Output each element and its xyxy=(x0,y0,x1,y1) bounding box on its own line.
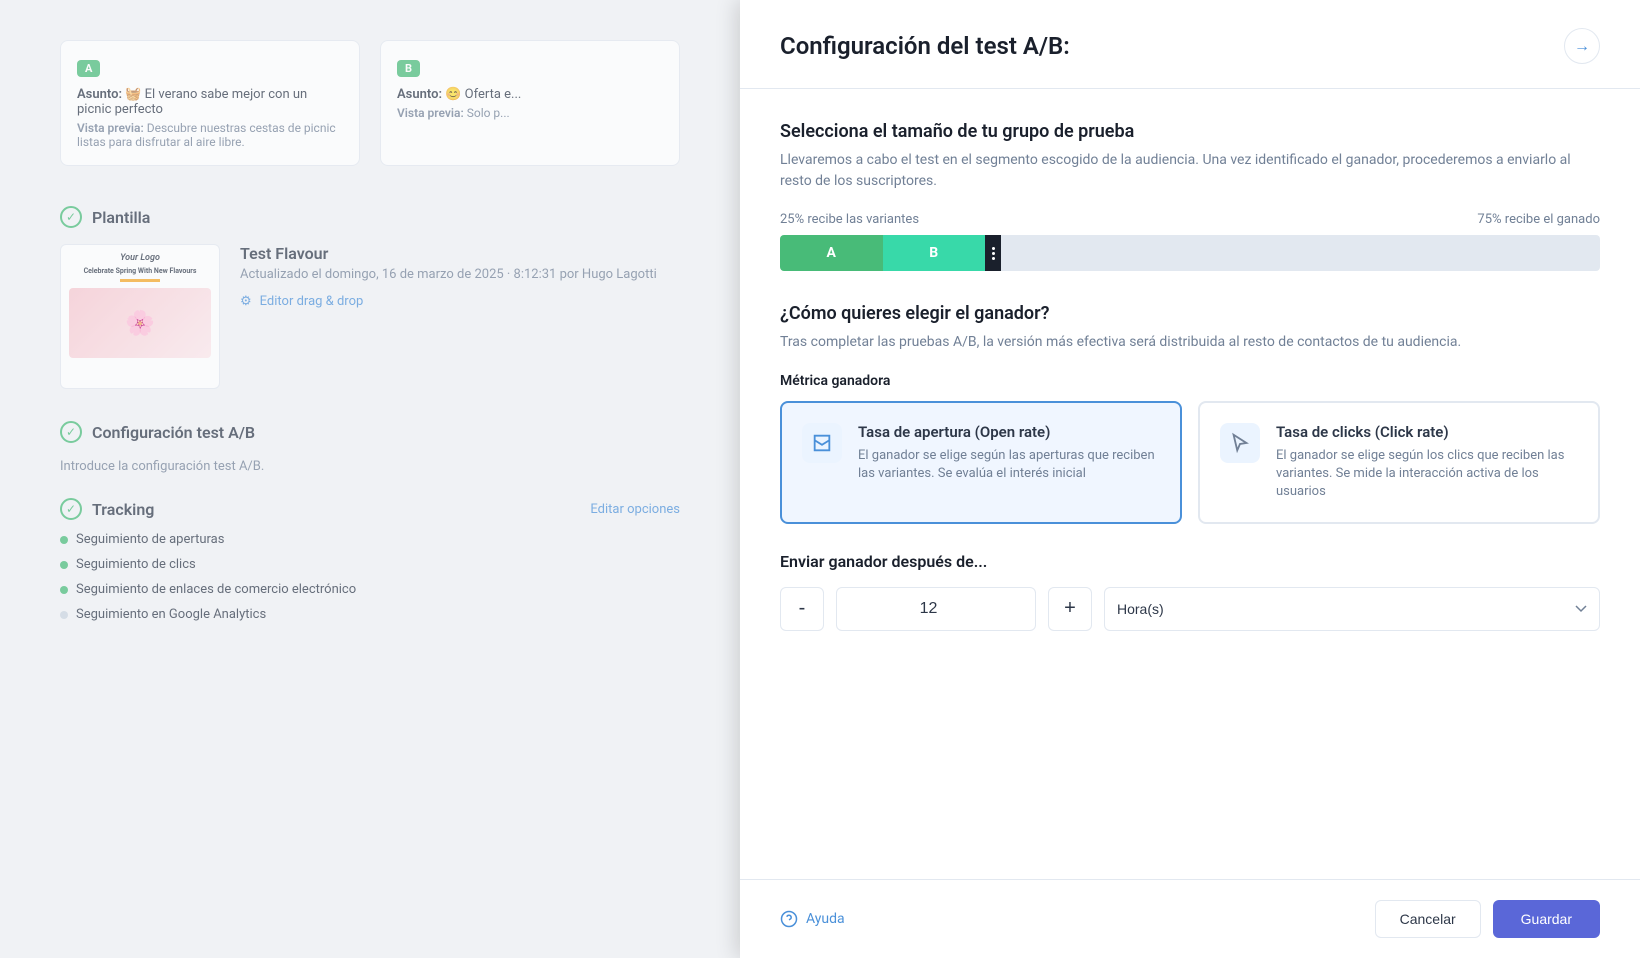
metric-cards: Tasa de apertura (Open rate) El ganador … xyxy=(780,401,1600,524)
metric-label: Métrica ganadora xyxy=(780,373,1600,389)
template-name: Test Flavour xyxy=(240,244,680,263)
winner-title: ¿Cómo quieres elegir el ganador? xyxy=(780,303,1600,324)
template-thumbnail: Your Logo Celebrate Spring With New Flav… xyxy=(60,244,220,389)
tracking-section: ✓ Tracking Editar opciones Seguimiento d… xyxy=(60,498,680,622)
ab-section-title: Configuración test A/B xyxy=(92,423,255,442)
winner-controls: - + Hora(s) Día(s) xyxy=(780,587,1600,631)
tracking-list: Seguimiento de aperturas Seguimiento de … xyxy=(60,532,680,622)
tracking-item-4: Seguimiento en Google Analytics xyxy=(60,607,680,622)
template-info: Test Flavour Actualizado el domingo, 16 … xyxy=(240,244,680,309)
thumb-logo: Your Logo xyxy=(120,253,160,263)
variant-b-subject: Asunto: 😊 Oferta e... xyxy=(397,87,663,102)
template-check-icon: ✓ xyxy=(60,206,82,228)
template-editor-link[interactable]: ⚙ Editor drag & drop xyxy=(240,294,680,309)
ab-section-subtitle: Introduce la configuración test A/B. xyxy=(60,459,680,474)
variant-a-badge: A xyxy=(77,60,100,77)
cancel-button[interactable]: Cancelar xyxy=(1375,900,1481,938)
winner-unit-select[interactable]: Hora(s) Día(s) xyxy=(1104,587,1600,631)
tracking-item-2: Seguimiento de clics xyxy=(60,557,680,572)
modal-header: Configuración del test A/B: → xyxy=(740,0,1640,89)
open-rate-icon xyxy=(802,423,842,463)
tracking-dot-4 xyxy=(60,611,68,619)
modal-body: Selecciona el tamaño de tu grupo de prue… xyxy=(740,89,1640,879)
variant-a-subject: Asunto: 🧺 El verano sabe mejor con un pi… xyxy=(77,87,343,117)
variant-b-badge: B xyxy=(397,60,420,77)
variant-b-card: B Asunto: 😊 Oferta e... Vista previa: So… xyxy=(380,40,680,166)
help-icon xyxy=(780,910,798,928)
handle-dot-3 xyxy=(992,257,995,260)
variant-a-card: A Asunto: 🧺 El verano sabe mejor con un … xyxy=(60,40,360,166)
slider-label-left: 25% recibe las variantes xyxy=(780,212,919,227)
help-link[interactable]: Ayuda xyxy=(780,910,845,928)
drag-drop-icon: ⚙ xyxy=(240,294,252,309)
tracking-item-1: Seguimiento de aperturas xyxy=(60,532,680,547)
tracking-item-3: Seguimiento de enlaces de comercio elect… xyxy=(60,582,680,597)
background-panel: A Asunto: 🧺 El verano sabe mejor con un … xyxy=(0,0,740,958)
save-button[interactable]: Guardar xyxy=(1493,900,1600,938)
winner-desc: Tras completar las pruebas A/B, la versi… xyxy=(780,332,1600,353)
slider-label-right: 75% recibe el ganado xyxy=(1477,212,1600,227)
template-section: ✓ Plantilla Your Logo Celebrate Spring W… xyxy=(60,206,680,389)
group-size-section: Selecciona el tamaño de tu grupo de prue… xyxy=(780,121,1600,271)
tracking-dot-1 xyxy=(60,536,68,544)
template-section-title: Plantilla xyxy=(92,208,150,227)
tracking-edit-link[interactable]: Editar opciones xyxy=(590,502,680,517)
handle-dot-1 xyxy=(992,247,995,250)
modal-panel: Configuración del test A/B: → Selecciona… xyxy=(740,0,1640,958)
click-rate-title: Tasa de clicks (Click rate) xyxy=(1276,423,1578,441)
tracking-dot-2 xyxy=(60,561,68,569)
slider-labels: 25% recibe las variantes 75% recibe el g… xyxy=(780,212,1600,227)
tracking-check-icon: ✓ xyxy=(60,498,82,520)
tracking-dot-3 xyxy=(60,586,68,594)
template-updated: Actualizado el domingo, 16 de marzo de 2… xyxy=(240,267,680,282)
modal-close-button[interactable]: → xyxy=(1564,28,1600,64)
ab-config-section: ✓ Configuración test A/B Introduce la co… xyxy=(60,421,680,474)
open-rate-text: Tasa de apertura (Open rate) El ganador … xyxy=(858,423,1160,483)
footer-actions: Cancelar Guardar xyxy=(1375,900,1600,938)
thumb-image: 🌸 xyxy=(69,288,211,358)
group-size-desc: Llevaremos a cabo el test en el segmento… xyxy=(780,150,1600,192)
handle-dot-2 xyxy=(992,252,995,255)
modal-footer: Ayuda Cancelar Guardar xyxy=(740,879,1640,958)
modal-title: Configuración del test A/B: xyxy=(780,32,1070,60)
open-rate-title: Tasa de apertura (Open rate) xyxy=(858,423,1160,441)
variant-b-preview: Vista previa: Solo p... xyxy=(397,106,663,120)
variant-a-preview: Vista previa: Descubre nuestras cestas d… xyxy=(77,121,343,149)
winner-section: ¿Cómo quieres elegir el ganador? Tras co… xyxy=(780,303,1600,631)
thumb-title: Celebrate Spring With New Flavours xyxy=(84,267,197,275)
slider-track[interactable]: A B xyxy=(780,235,1600,271)
metric-open-rate-card[interactable]: Tasa de apertura (Open rate) El ganador … xyxy=(780,401,1182,524)
tracking-section-title: Tracking xyxy=(92,500,154,519)
ab-check-icon: ✓ xyxy=(60,421,82,443)
variants-row: A Asunto: 🧺 El verano sabe mejor con un … xyxy=(60,40,680,166)
click-rate-desc: El ganador se elige según los clics que … xyxy=(1276,447,1578,502)
group-size-title: Selecciona el tamaño de tu grupo de prue… xyxy=(780,121,1600,142)
click-rate-text: Tasa de clicks (Click rate) El ganador s… xyxy=(1276,423,1578,502)
metric-click-rate-card[interactable]: Tasa de clicks (Click rate) El ganador s… xyxy=(1198,401,1600,524)
slider-segment-a: A xyxy=(780,235,883,271)
open-rate-desc: El ganador se elige según las aperturas … xyxy=(858,447,1160,483)
thumb-bar xyxy=(120,279,160,282)
winner-after-section: Enviar ganador después de... - + Hora(s)… xyxy=(780,552,1600,631)
slider-handle[interactable] xyxy=(985,235,1001,271)
help-label: Ayuda xyxy=(806,911,845,927)
winner-plus-button[interactable]: + xyxy=(1048,587,1092,631)
winner-minus-button[interactable]: - xyxy=(780,587,824,631)
winner-after-title: Enviar ganador después de... xyxy=(780,552,1600,571)
click-rate-icon xyxy=(1220,423,1260,463)
slider-rest xyxy=(1001,235,1600,271)
winner-value-input[interactable] xyxy=(836,587,1036,631)
slider-segment-b: B xyxy=(883,235,986,271)
